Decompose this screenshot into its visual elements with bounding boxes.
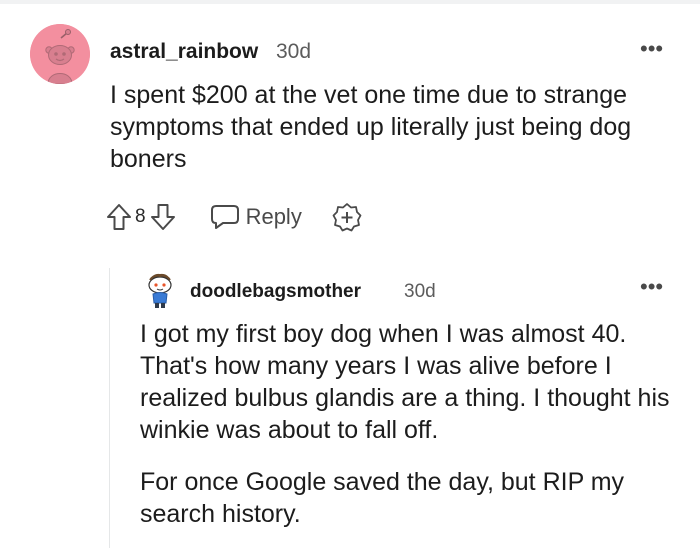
comment-action-bar: 8 Reply [106, 200, 362, 234]
snoo-avatar-icon [148, 273, 172, 308]
more-options-icon[interactable]: ••• [640, 276, 663, 298]
reply-body-paragraph-2: For once Google saved the day, but RIP m… [140, 468, 625, 528]
reply-label: Reply [245, 204, 302, 229]
reply-timestamp[interactable]: 30d [404, 281, 436, 303]
downvote-arrow-icon[interactable] [150, 203, 176, 231]
avatar-astral-rainbow[interactable] [30, 24, 90, 84]
vote-count: 8 [135, 206, 146, 227]
snoo-avatar-icon [30, 24, 90, 84]
speech-bubble-icon [210, 205, 239, 229]
more-options-icon[interactable]: ••• [640, 38, 663, 60]
upvote-arrow-icon[interactable] [106, 203, 132, 231]
comment-timestamp[interactable]: 30d [276, 40, 311, 64]
avatar-doodlebagsmother[interactable] [144, 270, 176, 310]
award-plus-icon[interactable] [332, 202, 362, 232]
thread-line[interactable] [109, 268, 110, 548]
reply-body-paragraph-1: I got my first boy dog when I was almost… [140, 320, 670, 444]
comment-body: I spent $200 at the vet one time due to … [110, 81, 632, 173]
top-divider [0, 0, 700, 4]
reply-button[interactable]: Reply [210, 204, 302, 230]
comment-author[interactable]: astral_rainbow [110, 40, 258, 64]
reply-author[interactable]: doodlebagsmother [190, 281, 361, 303]
